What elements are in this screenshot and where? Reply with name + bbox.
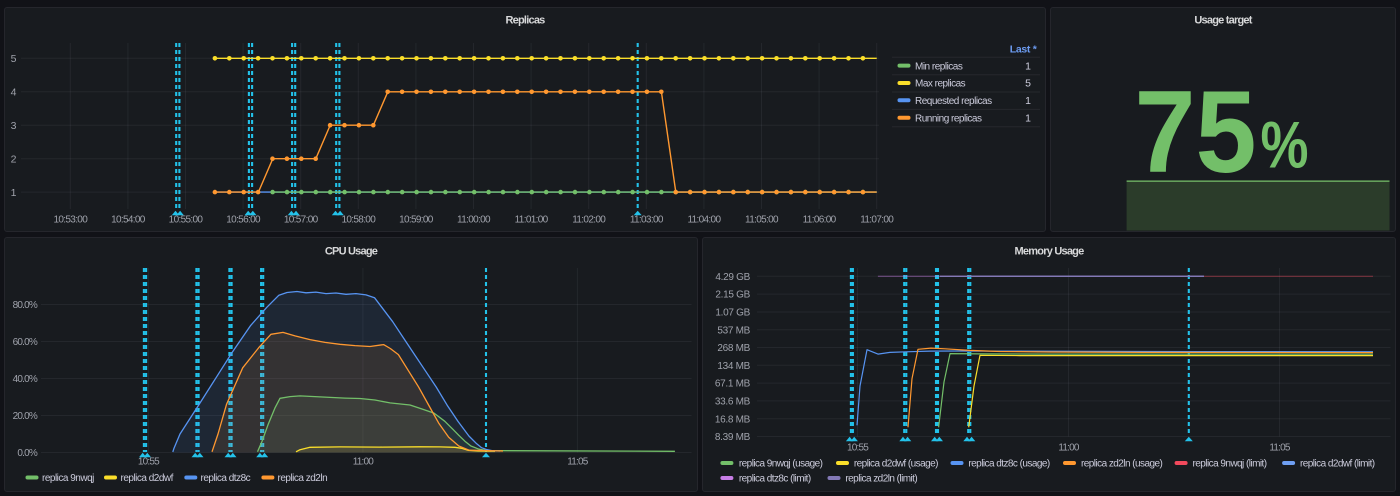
svg-text:10:53:00: 10:53:00 (53, 215, 88, 226)
svg-text:replica 9nwqj (limit): replica 9nwqj (limit) (1193, 459, 1267, 470)
svg-text:8.39 MB: 8.39 MB (715, 432, 751, 443)
svg-text:11:01:00: 11:01:00 (515, 215, 549, 226)
svg-text:2.15 GB: 2.15 GB (715, 290, 750, 301)
svg-text:11:00: 11:00 (353, 456, 375, 467)
svg-text:11:00: 11:00 (1058, 442, 1080, 453)
svg-text:%: % (1261, 108, 1309, 182)
svg-text:Memory Usage: Memory Usage (1015, 246, 1085, 258)
svg-text:16.8 MB: 16.8 MB (715, 414, 751, 425)
svg-text:11:05: 11:05 (1269, 442, 1291, 453)
svg-text:1.07 GB: 1.07 GB (715, 308, 750, 319)
svg-text:2: 2 (11, 154, 17, 166)
svg-text:537 MB: 537 MB (717, 325, 750, 336)
svg-text:1: 1 (1025, 112, 1031, 124)
svg-text:replica zd2ln (limit): replica zd2ln (limit) (845, 474, 917, 485)
svg-text:10:58:00: 10:58:00 (341, 215, 376, 226)
svg-text:60.0%: 60.0% (13, 337, 38, 348)
svg-text:Requested replicas: Requested replicas (915, 96, 992, 107)
svg-text:5: 5 (11, 53, 17, 65)
svg-text:4: 4 (11, 87, 17, 99)
svg-text:Usage target: Usage target (1194, 14, 1252, 26)
svg-text:1: 1 (11, 187, 17, 199)
svg-text:11:06:00: 11:06:00 (803, 215, 837, 226)
svg-text:replica dtz8c (usage): replica dtz8c (usage) (968, 459, 1049, 470)
svg-text:Replicas: Replicas (505, 14, 545, 26)
svg-text:11:04:00: 11:04:00 (687, 215, 721, 226)
svg-text:11:07:00: 11:07:00 (860, 215, 894, 226)
svg-text:1: 1 (1025, 60, 1031, 72)
svg-text:268 MB: 268 MB (717, 343, 750, 354)
svg-text:10:57:00: 10:57:00 (284, 215, 319, 226)
svg-text:replica 9nwqj: replica 9nwqj (42, 473, 94, 484)
svg-text:10:55:00: 10:55:00 (169, 215, 204, 226)
svg-text:40.0%: 40.0% (13, 374, 38, 385)
svg-text:replica dtz8c (limit): replica dtz8c (limit) (739, 474, 811, 485)
svg-text:Max replicas: Max replicas (915, 79, 966, 90)
svg-text:75: 75 (1135, 66, 1257, 197)
svg-text:10:59:00: 10:59:00 (399, 215, 434, 226)
svg-text:10:55: 10:55 (847, 442, 869, 453)
svg-text:CPU Usage: CPU Usage (325, 246, 378, 258)
svg-text:0.0%: 0.0% (17, 448, 38, 459)
svg-text:Min replicas: Min replicas (915, 61, 963, 72)
svg-text:replica 9nwqj (usage): replica 9nwqj (usage) (739, 459, 823, 470)
svg-text:10:54:00: 10:54:00 (111, 215, 146, 226)
svg-text:replica d2dwf (limit): replica d2dwf (limit) (1300, 459, 1375, 470)
svg-text:20.0%: 20.0% (13, 411, 38, 422)
svg-text:replica d2dwf: replica d2dwf (121, 473, 174, 484)
svg-text:Running replicas: Running replicas (915, 113, 982, 124)
svg-text:134 MB: 134 MB (717, 361, 750, 372)
svg-text:11:05:00: 11:05:00 (745, 215, 779, 226)
svg-text:33.6 MB: 33.6 MB (715, 397, 751, 408)
svg-text:3: 3 (11, 120, 17, 132)
svg-text:1: 1 (1025, 95, 1031, 107)
svg-text:11:00:00: 11:00:00 (457, 215, 491, 226)
svg-text:replica zd2ln (usage): replica zd2ln (usage) (1081, 459, 1162, 470)
svg-text:replica d2dwf (usage): replica d2dwf (usage) (854, 459, 938, 470)
svg-text:11:03:00: 11:03:00 (630, 215, 664, 226)
svg-text:Last *: Last * (1010, 43, 1038, 55)
svg-text:10:56:00: 10:56:00 (226, 215, 261, 226)
svg-text:replica zd2ln: replica zd2ln (278, 473, 328, 484)
svg-text:11:02:00: 11:02:00 (572, 215, 606, 226)
svg-text:10:55: 10:55 (138, 456, 160, 467)
svg-text:replica dtz8c: replica dtz8c (201, 473, 251, 484)
svg-text:11:05: 11:05 (567, 456, 589, 467)
svg-text:80.0%: 80.0% (13, 300, 38, 311)
svg-text:67.1 MB: 67.1 MB (715, 379, 751, 390)
svg-text:4.29 GB: 4.29 GB (715, 272, 750, 283)
svg-text:5: 5 (1025, 78, 1031, 90)
